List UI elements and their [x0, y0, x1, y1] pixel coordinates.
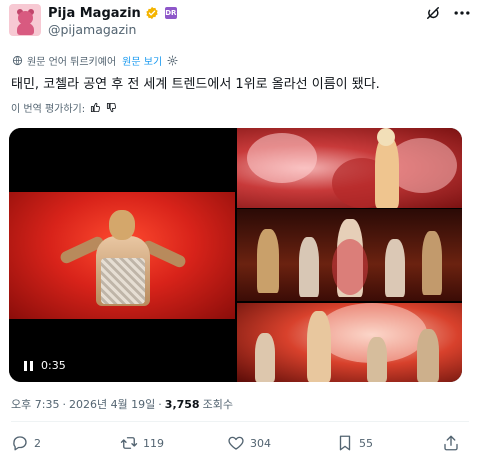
gear-icon[interactable]	[167, 54, 178, 66]
thumbs-down-icon[interactable]	[106, 102, 117, 113]
thumbs-up-icon[interactable]	[90, 102, 101, 113]
share-button[interactable]	[442, 434, 460, 452]
tweet-meta: 오후 7:35 · 2026년 4월 19일 · 3,758 조회수	[11, 396, 233, 412]
views-count[interactable]: 3,758	[165, 398, 200, 411]
media-grid: 0:35	[9, 128, 462, 382]
view-original-link[interactable]: 원문 보기	[122, 53, 162, 68]
bookmark-count: 55	[359, 436, 373, 450]
video-player[interactable]: 0:35	[9, 128, 235, 382]
reply-button[interactable]: 2	[11, 434, 41, 452]
media-photo[interactable]	[237, 303, 462, 382]
like-button[interactable]: 304	[227, 434, 271, 452]
bookmark-icon	[339, 435, 351, 451]
share-icon	[444, 435, 458, 451]
tweet-header: Pija Magazin DR @pijamagazin	[0, 0, 480, 46]
meta-separator: ·	[62, 397, 66, 411]
translation-note: 원문 언어 튀르키예어	[27, 56, 117, 68]
reply-count: 2	[34, 436, 41, 450]
divider	[11, 421, 469, 422]
repost-count: 119	[143, 436, 164, 450]
repost-button[interactable]: 119	[120, 434, 164, 452]
views-label: 조회수	[202, 398, 233, 411]
tweet-time[interactable]: 오후 7:35	[11, 396, 59, 412]
affiliate-badge[interactable]: DR	[164, 7, 177, 19]
bookmark-button[interactable]: 55	[336, 434, 373, 452]
rate-translation-row: 이 번역 평가하기:	[11, 100, 117, 115]
reply-icon	[13, 436, 27, 451]
translation-row: 원문 언어 튀르키예어 원문 보기	[12, 53, 178, 68]
display-name[interactable]: Pija Magazin	[48, 6, 141, 21]
repost-icon	[120, 437, 138, 449]
avatar[interactable]	[9, 4, 41, 36]
handle[interactable]: @pijamagazin	[48, 22, 136, 37]
verified-badge-icon[interactable]	[145, 6, 159, 20]
globe-icon	[12, 55, 23, 65]
name-row: Pija Magazin DR	[48, 5, 177, 21]
video-controls: 0:35	[24, 359, 66, 372]
tweet-date[interactable]: 2026년 4월 19일	[69, 396, 155, 412]
media-photo[interactable]	[237, 209, 462, 301]
video-frame[interactable]	[9, 192, 235, 319]
engagement-bar: 2 119 304 55	[0, 428, 480, 458]
video-duration: 0:35	[41, 359, 66, 372]
media-photo[interactable]	[237, 128, 462, 208]
pause-icon[interactable]	[24, 360, 33, 371]
heart-icon	[228, 436, 244, 450]
grok-icon[interactable]	[424, 4, 442, 22]
like-count: 304	[250, 436, 271, 450]
rate-translation-label: 이 번역 평가하기:	[11, 103, 86, 115]
tweet-text: 태민, 코첼라 공연 후 전 세계 트렌드에서 1위로 올라선 이름이 됐다.	[11, 77, 380, 92]
meta-separator: ·	[158, 397, 162, 411]
more-icon[interactable]	[452, 5, 472, 21]
